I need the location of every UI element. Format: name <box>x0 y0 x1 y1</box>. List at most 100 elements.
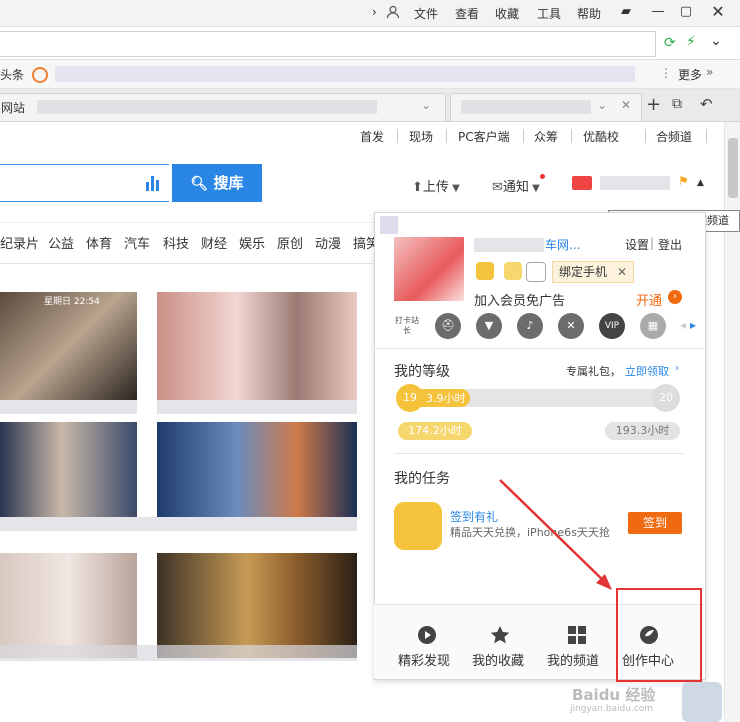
bookmark-more[interactable]: 更多 <box>678 66 702 83</box>
shirt-icon[interactable]: ▰ <box>613 2 639 22</box>
tab-title: 网站 <box>1 101 26 115</box>
nav-link-pc-client[interactable]: PC客户端 <box>458 128 510 145</box>
video-thumbnail[interactable] <box>157 292 357 400</box>
helmet-icon[interactable]: ⛑ <box>435 313 461 339</box>
upload-icon: ⬆ <box>412 180 423 195</box>
lightning-icon[interactable]: ⚡ <box>686 34 696 50</box>
refresh-icon[interactable]: ⟳ <box>664 35 676 51</box>
notify-button[interactable]: ✉通知 ▼ <box>492 174 545 195</box>
task-name[interactable]: 签到有礼 <box>450 508 498 525</box>
chevron-right-icon[interactable]: ▸ <box>690 318 696 332</box>
upload-button[interactable]: ⬆上传 ▼ <box>412 176 460 195</box>
minimize-icon[interactable]: — <box>645 2 671 22</box>
star-icon[interactable] <box>489 624 511 646</box>
category-auto[interactable]: 汽车 <box>124 233 150 252</box>
caret-up-icon[interactable]: ▲ <box>697 178 704 188</box>
qr-code-icon[interactable] <box>380 216 398 234</box>
checkin-button[interactable]: 签到 <box>628 512 682 534</box>
video-thumbnail[interactable]: 星期日 22:54 <box>0 292 137 400</box>
maximize-icon[interactable]: ▢ <box>673 2 699 22</box>
bookmark-bar: 头条 ⋮ 更多 » <box>0 60 740 89</box>
wolf-icon[interactable]: ▼ <box>476 313 502 339</box>
music-icon[interactable]: ♪ <box>517 313 543 339</box>
user-brand-icon[interactable] <box>572 176 592 190</box>
avatar[interactable] <box>394 237 464 301</box>
level-next-badge: 20 <box>652 384 680 412</box>
divider <box>645 129 646 143</box>
undo-icon[interactable]: ↶ <box>700 95 713 113</box>
chevron-right-icon[interactable]: › <box>372 5 377 19</box>
open-vip-link[interactable]: 开通 <box>636 290 662 309</box>
category-tech[interactable]: 科技 <box>163 233 189 252</box>
mascot-icon <box>682 682 722 722</box>
grid-icon[interactable] <box>566 624 588 646</box>
nav-link-crowdfunding[interactable]: 众筹 <box>534 128 558 145</box>
category-charity[interactable]: 公益 <box>48 233 74 252</box>
tab-list-icon[interactable]: ⧉ <box>672 96 682 112</box>
phone-badge-icon[interactable] <box>526 262 546 282</box>
nav-discover[interactable]: 精彩发现 <box>398 650 450 669</box>
x-icon[interactable]: ✕ <box>558 313 584 339</box>
star-badge-icon[interactable] <box>476 262 494 280</box>
vip-icon[interactable]: VIP <box>599 313 625 339</box>
nav-link-first[interactable]: 首发 <box>360 128 384 145</box>
blurred-caption <box>157 400 357 414</box>
double-chevron-icon[interactable]: » <box>706 65 713 79</box>
grip-icon: ⋮ <box>660 66 672 80</box>
divider: | <box>650 236 655 250</box>
logout-link[interactable]: 登出 <box>658 236 682 253</box>
mail-badge-icon[interactable] <box>504 262 522 280</box>
menu-file[interactable]: 文件 <box>414 5 438 22</box>
video-thumbnail[interactable] <box>0 422 137 517</box>
grid-badge-icon[interactable]: ▦ <box>640 313 666 339</box>
tab-active[interactable]: 网站 ⌄ <box>0 93 446 121</box>
tab-second[interactable]: ⌄ ✕ <box>450 93 642 121</box>
user-icon[interactable] <box>386 5 400 22</box>
category-entertainment[interactable]: 娱乐 <box>239 233 265 252</box>
nav-link-campus[interactable]: 优酷校 <box>583 128 619 145</box>
video-thumbnail[interactable] <box>157 553 357 658</box>
divider <box>374 348 704 349</box>
tab-close-icon[interactable]: ✕ <box>621 98 631 112</box>
category-finance[interactable]: 财经 <box>201 233 227 252</box>
close-icon[interactable]: ✕ <box>705 2 731 22</box>
video-thumbnail[interactable] <box>157 422 357 517</box>
category-anime[interactable]: 动漫 <box>315 233 341 252</box>
bind-phone-label: 绑定手机 <box>559 265 608 279</box>
video-thumbnail[interactable] <box>0 553 137 658</box>
bar-chart-icon[interactable] <box>145 173 161 194</box>
category-original[interactable]: 原创 <box>277 233 303 252</box>
chevron-down-icon[interactable]: ⌄ <box>710 33 722 49</box>
scrollbar-thumb[interactable] <box>728 138 738 198</box>
bookmark-headlines[interactable]: 头条 <box>0 66 24 83</box>
menu-view[interactable]: 查看 <box>455 5 479 22</box>
search-button[interactable]: 🔍︎ 搜库 <box>172 164 262 202</box>
nav-link-live[interactable]: 现场 <box>409 128 433 145</box>
nav-link-channel[interactable]: 合频道 <box>656 128 692 145</box>
chevron-left-icon[interactable]: ◂ <box>680 318 686 332</box>
nav-favorites[interactable]: 我的收藏 <box>472 650 524 669</box>
user-name-fragment[interactable]: 车网... <box>545 236 580 253</box>
menu-tools[interactable]: 工具 <box>537 5 561 22</box>
gift-claim-link[interactable]: 立即领取 <box>625 363 669 379</box>
address-bar[interactable]: ⟳ ⚡ ⌄ <box>0 27 740 60</box>
search-input[interactable] <box>0 164 169 202</box>
tab-dropdown-icon[interactable]: ⌄ <box>597 98 607 112</box>
new-tab-icon[interactable]: + <box>646 94 661 115</box>
menu-help[interactable]: 帮助 <box>577 5 601 22</box>
nav-my-channel[interactable]: 我的频道 <box>547 650 599 669</box>
category-documentary[interactable]: 纪录片 <box>0 233 39 252</box>
task-description: 精品天天兑换，iPhone6s天天抢 <box>450 526 610 539</box>
settings-link[interactable]: 设置 <box>625 236 649 253</box>
bind-phone-tip[interactable]: 绑定手机 ✕ <box>552 261 634 283</box>
menu-favorites[interactable]: 收藏 <box>495 5 519 22</box>
category-sports[interactable]: 体育 <box>86 233 112 252</box>
checkin-station-icon[interactable]: 打卡站长 <box>394 313 420 339</box>
play-icon[interactable] <box>416 624 438 646</box>
close-icon[interactable]: ✕ <box>617 262 627 282</box>
url-field[interactable] <box>0 31 656 57</box>
tab-dropdown-icon[interactable]: ⌄ <box>421 98 431 112</box>
chevron-right-icon[interactable]: › <box>675 363 679 374</box>
notify-dot <box>540 174 545 179</box>
arrow-right-icon[interactable]: › <box>668 290 682 304</box>
